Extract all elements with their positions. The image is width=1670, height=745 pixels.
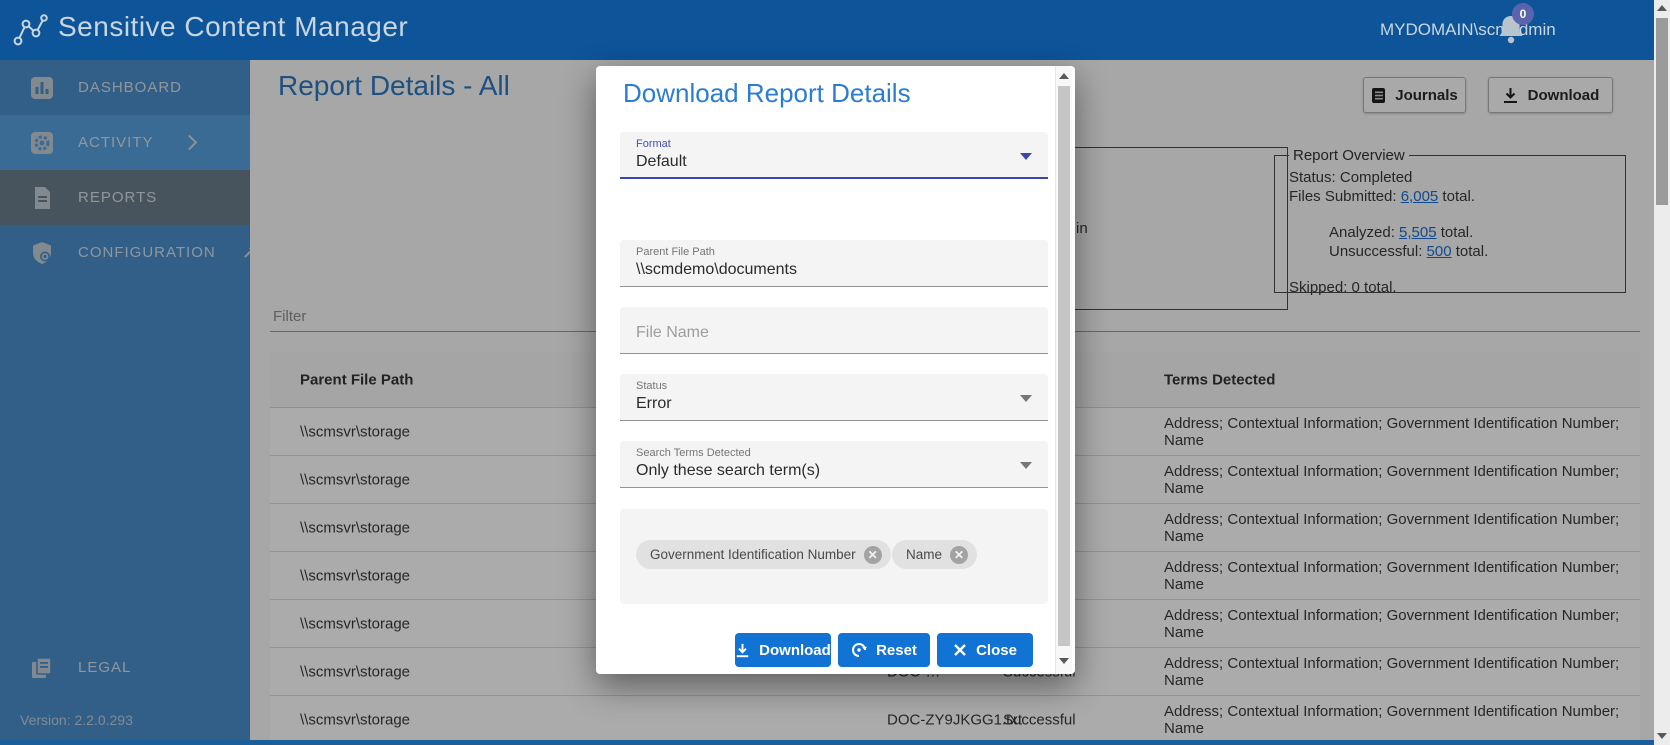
window-scrollbar-thumb[interactable] bbox=[1656, 18, 1668, 205]
chevron-down-icon bbox=[1020, 153, 1032, 160]
reset-icon bbox=[851, 642, 867, 658]
notification-count-badge: 0 bbox=[1512, 3, 1534, 25]
status-select[interactable]: Status Error bbox=[620, 374, 1048, 421]
parent-file-path-value: \\scmdemo\documents bbox=[636, 261, 1032, 279]
term-chip[interactable]: Name ✕ bbox=[892, 540, 977, 569]
download-icon bbox=[735, 643, 750, 658]
parent-file-path-label: Parent File Path bbox=[636, 246, 1032, 258]
status-value: Error bbox=[636, 395, 1032, 413]
scroll-down-icon[interactable] bbox=[1657, 733, 1667, 739]
close-icon bbox=[953, 643, 967, 657]
search-terms-value: Only these search term(s) bbox=[636, 462, 1032, 480]
scroll-up-icon[interactable] bbox=[1657, 5, 1667, 11]
app-title: Sensitive Content Manager bbox=[58, 11, 408, 43]
remove-chip-icon[interactable]: ✕ bbox=[864, 546, 882, 564]
term-chip[interactable]: Government Identification Number ✕ bbox=[636, 540, 891, 569]
dialog-scrollbar-thumb[interactable] bbox=[1058, 86, 1070, 646]
scroll-down-icon[interactable] bbox=[1059, 658, 1069, 664]
dialog-reset-button[interactable]: Reset bbox=[838, 633, 930, 667]
chip-label: Government Identification Number bbox=[650, 547, 856, 562]
format-label: Format bbox=[636, 138, 1032, 150]
chip-label: Name bbox=[906, 547, 942, 562]
parent-file-path-input[interactable]: Parent File Path \\scmdemo\documents bbox=[620, 240, 1048, 287]
search-terms-label: Search Terms Detected bbox=[636, 447, 1032, 459]
scroll-up-icon[interactable] bbox=[1059, 73, 1069, 79]
dialog-download-button[interactable]: Download bbox=[735, 633, 831, 667]
file-name-placeholder: File Name bbox=[636, 324, 1032, 342]
remove-chip-icon[interactable]: ✕ bbox=[950, 546, 968, 564]
format-value: Default bbox=[636, 153, 1032, 171]
download-report-details-dialog: Download Report Details Format Default F… bbox=[596, 66, 1075, 674]
chevron-down-icon bbox=[1020, 395, 1032, 402]
search-terms-detected-select[interactable]: Search Terms Detected Only these search … bbox=[620, 441, 1048, 488]
format-select[interactable]: Format Default bbox=[620, 132, 1048, 179]
dialog-reset-label: Reset bbox=[876, 642, 917, 659]
file-name-input[interactable]: File Name bbox=[620, 307, 1048, 354]
status-label: Status bbox=[636, 380, 1032, 392]
top-header: Sensitive Content Manager MYDOMAIN\scmad… bbox=[0, 0, 1670, 60]
dialog-scrollbar[interactable] bbox=[1055, 66, 1072, 674]
app-window: Sensitive Content Manager MYDOMAIN\scmad… bbox=[0, 0, 1670, 745]
current-user-label[interactable]: MYDOMAIN\scmadmin bbox=[1380, 20, 1556, 40]
app-logo-icon bbox=[12, 12, 52, 48]
chevron-down-icon bbox=[1020, 462, 1032, 469]
selected-terms-panel: Government Identification Number ✕ Name … bbox=[620, 509, 1048, 604]
dialog-close-label: Close bbox=[976, 642, 1017, 659]
dialog-close-button[interactable]: Close bbox=[937, 633, 1033, 667]
dialog-download-label: Download bbox=[759, 642, 831, 659]
dialog-title: Download Report Details bbox=[623, 78, 911, 109]
window-scrollbar[interactable] bbox=[1654, 0, 1670, 745]
